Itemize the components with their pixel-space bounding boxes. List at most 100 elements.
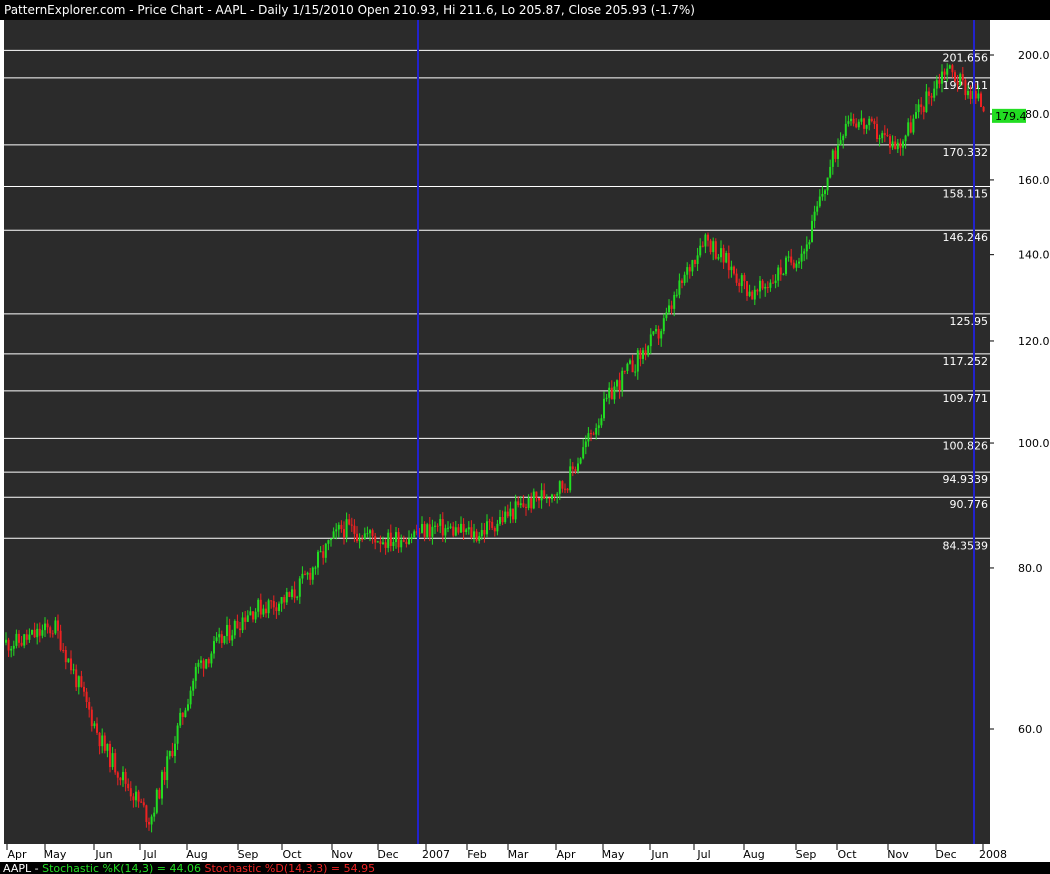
candle-body bbox=[366, 533, 369, 535]
candle-body bbox=[577, 463, 579, 471]
candle-body bbox=[844, 123, 847, 136]
candle-body bbox=[75, 669, 78, 688]
candle-body bbox=[72, 669, 75, 671]
candle-body bbox=[647, 346, 650, 356]
candle-body bbox=[629, 360, 631, 364]
candle-body bbox=[340, 524, 343, 530]
x-tick-label: May bbox=[44, 848, 67, 861]
candle-body bbox=[899, 142, 902, 148]
candle-body bbox=[129, 788, 132, 797]
candle-body bbox=[12, 645, 15, 649]
candle-body bbox=[886, 135, 889, 137]
candle-body bbox=[592, 433, 595, 435]
level-label: 84.3539 bbox=[943, 539, 989, 552]
candle-body bbox=[491, 521, 494, 528]
candle-body bbox=[85, 691, 88, 703]
y-tick-label: 120.0 bbox=[1018, 335, 1050, 348]
candle-body bbox=[389, 532, 392, 547]
candle-body bbox=[70, 658, 72, 671]
candle-body bbox=[28, 634, 31, 640]
candle-body bbox=[189, 690, 192, 705]
candle-body bbox=[20, 642, 23, 646]
candle-body bbox=[405, 541, 408, 545]
candle-body bbox=[324, 543, 327, 558]
candle-body bbox=[252, 611, 254, 620]
stochastic-d-label: Stochastic %D(14,3,3) = 54.95 bbox=[204, 862, 375, 874]
candle-body bbox=[374, 536, 377, 543]
candle-body bbox=[738, 282, 741, 287]
candle-body bbox=[327, 540, 330, 544]
candle-body bbox=[168, 750, 171, 757]
x-tick-label: Jun bbox=[650, 848, 668, 861]
candle-body bbox=[161, 771, 163, 799]
candle-body bbox=[319, 551, 322, 553]
candle-body bbox=[96, 723, 98, 733]
candle-body bbox=[688, 267, 691, 272]
candle-body bbox=[681, 280, 683, 283]
x-tick-label: Jun bbox=[94, 848, 112, 861]
candle-body bbox=[395, 532, 397, 543]
candle-body bbox=[657, 328, 660, 339]
plot-area bbox=[4, 20, 990, 844]
candle-body bbox=[379, 541, 382, 545]
candle-body bbox=[837, 145, 839, 159]
candle-body bbox=[353, 525, 356, 534]
candle-body bbox=[928, 91, 930, 96]
candle-body bbox=[816, 206, 819, 212]
candle-body bbox=[103, 735, 106, 751]
candle-body bbox=[114, 753, 117, 773]
candle-body bbox=[57, 620, 59, 631]
candle-body bbox=[15, 633, 18, 646]
candle-body bbox=[527, 498, 530, 508]
x-tick-label: Apr bbox=[7, 848, 27, 861]
candle-body bbox=[171, 750, 174, 757]
y-tick-label: 60.0 bbox=[1018, 723, 1043, 736]
candle-body bbox=[935, 80, 938, 89]
level-label: 201.656 bbox=[943, 51, 989, 64]
candle-body bbox=[270, 600, 273, 602]
candle-body bbox=[636, 350, 639, 372]
candle-body bbox=[662, 318, 665, 332]
candle-body bbox=[590, 433, 592, 435]
candle-body bbox=[356, 533, 358, 542]
candle-body bbox=[909, 122, 912, 133]
x-tick-label: May bbox=[602, 848, 625, 861]
level-label: 94.9339 bbox=[943, 473, 989, 486]
candle-body bbox=[522, 503, 525, 507]
candle-body bbox=[644, 350, 647, 356]
candle-body bbox=[509, 508, 512, 517]
candle-body bbox=[868, 118, 871, 126]
candle-body bbox=[642, 350, 644, 359]
candle-body bbox=[883, 133, 886, 136]
candle-body bbox=[428, 524, 431, 537]
candle-body bbox=[597, 425, 600, 428]
candle-body bbox=[686, 267, 689, 275]
candle-body bbox=[782, 273, 785, 275]
candle-body bbox=[777, 267, 780, 281]
candle-body bbox=[512, 508, 514, 520]
y-tick-label: 200.0 bbox=[1018, 49, 1050, 62]
candle-body bbox=[683, 274, 686, 283]
candle-body bbox=[496, 523, 499, 532]
candle-body bbox=[779, 267, 782, 275]
candle-body bbox=[213, 641, 215, 654]
candle-body bbox=[119, 777, 122, 781]
candle-body bbox=[678, 280, 681, 295]
candle-body bbox=[665, 312, 668, 319]
candle-body bbox=[387, 532, 390, 548]
candle-body bbox=[309, 572, 312, 580]
candle-body bbox=[860, 118, 863, 122]
candle-body bbox=[506, 511, 509, 517]
candle-body bbox=[272, 601, 275, 608]
candle-body bbox=[751, 291, 754, 300]
candle-body bbox=[873, 121, 876, 125]
candle-body bbox=[566, 488, 569, 491]
candle-body bbox=[881, 133, 884, 139]
candle-body bbox=[655, 328, 657, 332]
candle-body bbox=[184, 710, 187, 717]
candle-body bbox=[293, 589, 296, 598]
candle-body bbox=[215, 637, 218, 642]
x-tick-label: Jul bbox=[696, 848, 710, 861]
candle-body bbox=[462, 523, 465, 533]
candle-body bbox=[454, 527, 457, 536]
